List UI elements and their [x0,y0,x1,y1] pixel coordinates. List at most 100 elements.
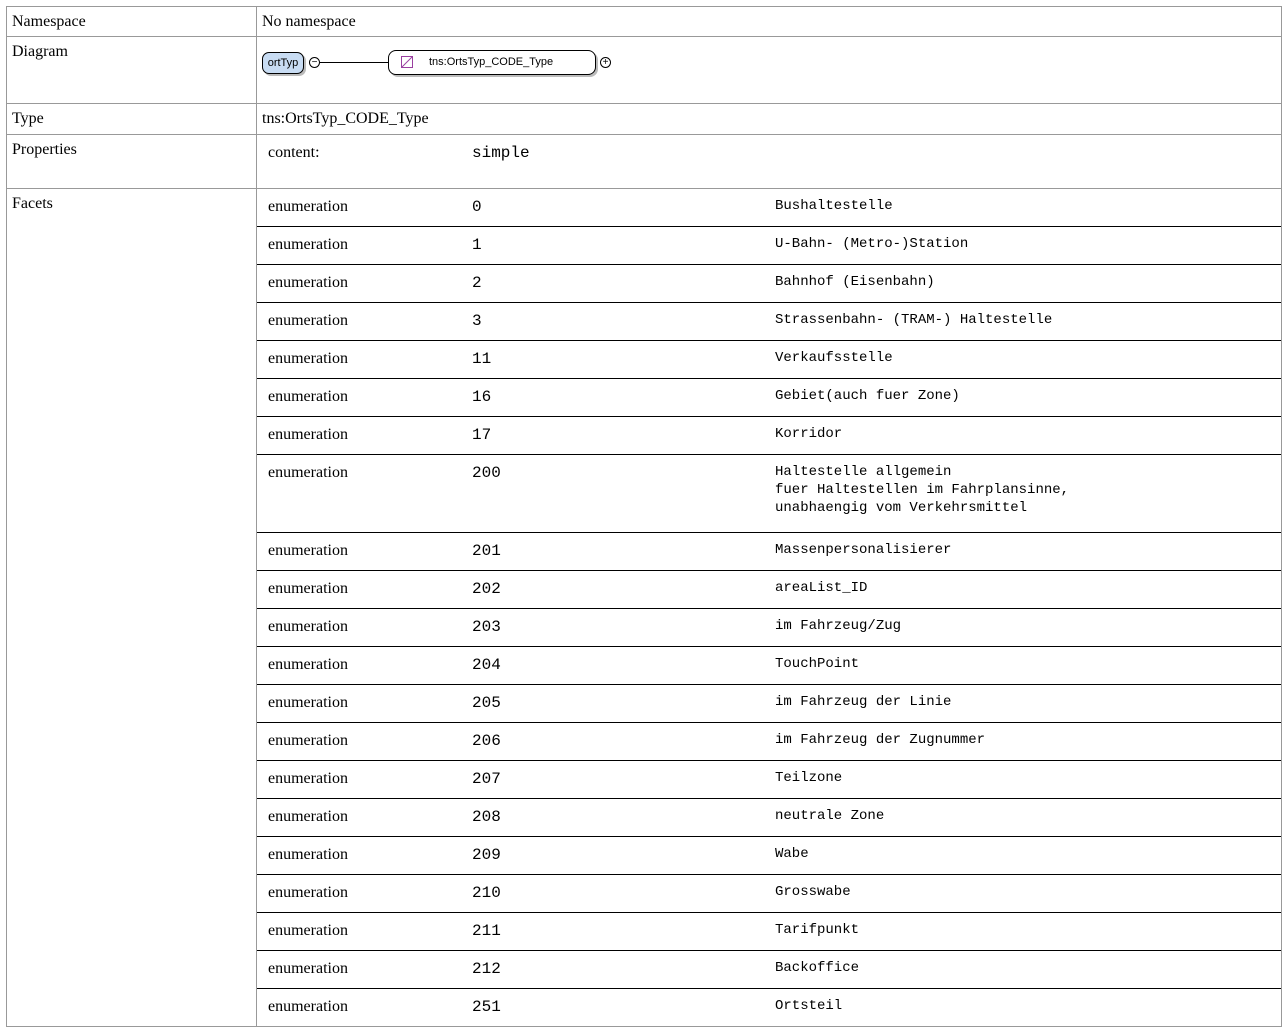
facet-kind: enumeration [268,960,348,977]
facet-kind: enumeration [268,656,348,673]
facet-kind: enumeration [268,618,348,635]
facet-row: enumeration 17 Korridor [257,416,1281,455]
facet-kind: enumeration [268,312,348,329]
diagram-type-node[interactable]: tns:OrtsTyp_CODE_Type [388,50,596,75]
type-value[interactable]: tns:OrtsTyp_CODE_Type [256,103,1282,135]
facet-kind: enumeration [268,464,348,481]
facet-documentation: Gebiet(auch fuer Zone) [775,388,960,404]
facet-value: 208 [472,808,501,826]
type-label: Type [6,103,257,135]
facet-value: 202 [472,580,501,598]
facet-documentation: Backoffice [775,960,860,976]
facet-documentation: Massenpersonalisierer [775,542,952,558]
schema-diagram: ortTyp − tns:OrtsTyp_CODE_Type + [262,48,1281,82]
facet-kind: enumeration [268,732,348,749]
facet-value: 0 [472,198,482,216]
facet-kind: enumeration [268,922,348,939]
facet-row: enumeration 11 Verkaufsstelle [257,340,1281,379]
facet-value: 203 [472,618,501,636]
facet-documentation: Teilzone [775,770,843,786]
facet-value: 2 [472,274,482,292]
facet-row: enumeration 206 im Fahrzeug der Zugnummer [257,722,1281,761]
diagram-row: Diagram ortTyp − tns:OrtsTyp_CODE_Type + [6,36,1282,104]
namespace-value: No namespace [256,6,1282,37]
properties-cell: content: simple [256,134,1282,189]
facet-kind: enumeration [268,884,348,901]
facet-kind: enumeration [268,350,348,367]
facet-kind: enumeration [268,694,348,711]
facet-value: 212 [472,960,501,978]
facet-documentation: Bushaltestelle [775,198,893,214]
facet-documentation: Wabe [775,846,809,862]
properties-row: Properties content: simple [6,134,1282,189]
facet-documentation: Haltestelle allgemein fuer Haltestellen … [775,464,1070,516]
collapse-icon[interactable]: − [309,57,320,68]
diagram-label: Diagram [6,36,257,104]
facet-row: enumeration 201 Massenpersonalisierer [257,532,1281,571]
facet-value: 17 [472,426,492,444]
facet-documentation: Bahnhof (Eisenbahn) [775,274,935,290]
facet-row: enumeration 212 Backoffice [257,950,1281,989]
diagram-type-label: tns:OrtsTyp_CODE_Type [429,56,554,68]
facet-kind: enumeration [268,770,348,787]
facet-documentation: Strassenbahn- (TRAM-) Haltestelle [775,312,1053,328]
facet-value: 201 [472,542,501,560]
namespace-row: Namespace No namespace [6,6,1282,37]
diagram-cell: ortTyp − tns:OrtsTyp_CODE_Type + [256,36,1282,104]
property-value: simple [472,144,530,162]
facet-value: 251 [472,998,501,1016]
facet-documentation: areaList_ID [775,580,868,596]
facet-row: enumeration 202 areaList_ID [257,570,1281,609]
facet-row: enumeration 203 im Fahrzeug/Zug [257,608,1281,647]
facets-row: Facets enumeration 0 Bushaltestelle enumera… [6,188,1282,1027]
facet-documentation: neutrale Zone [775,808,885,824]
facet-documentation: TouchPoint [775,656,860,672]
facet-kind: enumeration [268,388,348,405]
facet-documentation: Korridor [775,426,843,442]
facets-label: Facets [6,188,257,1027]
facet-value: 1 [472,236,482,254]
facets-table: enumeration 0 Bushaltestelle enumeration 1 U-… [257,189,1281,1026]
facet-documentation: Tarifpunkt [775,922,860,938]
diagram-element-node[interactable]: ortTyp [262,52,304,74]
facet-row: enumeration 211 Tarifpunkt [257,912,1281,951]
connector-line [320,62,388,63]
facet-row: enumeration 1 U-Bahn- (Metro-)Station [257,226,1281,265]
facets-cell: enumeration 0 Bushaltestelle enumeration 1 U-… [256,188,1282,1027]
facet-row: enumeration 205 im Fahrzeug der Linie [257,684,1281,723]
facet-row: enumeration 16 Gebiet(auch fuer Zone) [257,378,1281,417]
facet-row: enumeration 207 Teilzone [257,760,1281,799]
facet-value: 11 [472,350,492,368]
facet-value: 204 [472,656,501,674]
facet-row: enumeration 200 Haltestelle allgemein fuer… [257,454,1281,533]
facet-value: 3 [472,312,482,330]
facet-kind: enumeration [268,998,348,1015]
facet-row: enumeration 210 Grosswabe [257,874,1281,913]
simple-type-icon [401,56,413,68]
facet-documentation: im Fahrzeug der Zugnummer [775,732,986,748]
facet-kind: enumeration [268,274,348,291]
facet-row: enumeration 2 Bahnhof (Eisenbahn) [257,264,1281,303]
facet-documentation: im Fahrzeug der Linie [775,694,952,710]
facet-kind: enumeration [268,542,348,559]
facet-kind: enumeration [268,198,348,215]
facet-documentation: im Fahrzeug/Zug [775,618,902,634]
facet-value: 200 [472,464,501,482]
facet-documentation: U-Bahn- (Metro-)Station [775,236,969,252]
properties-table: content: simple [257,135,1281,188]
facet-row: enumeration 0 Bushaltestelle [257,189,1281,227]
facet-row: enumeration 208 neutrale Zone [257,798,1281,837]
namespace-label: Namespace [6,6,257,37]
facet-value: 205 [472,694,501,712]
facet-kind: enumeration [268,846,348,863]
expand-icon[interactable]: + [600,57,611,68]
facet-kind: enumeration [268,236,348,253]
facet-value: 211 [472,922,501,940]
facet-value: 206 [472,732,501,750]
facet-row: enumeration 251 Ortsteil [257,988,1281,1027]
facet-value: 16 [472,388,492,406]
facet-row: enumeration 204 TouchPoint [257,646,1281,685]
facet-row: enumeration 3 Strassenbahn- (TRAM-) Haltes… [257,302,1281,341]
facet-kind: enumeration [268,808,348,825]
facet-row: enumeration 209 Wabe [257,836,1281,875]
